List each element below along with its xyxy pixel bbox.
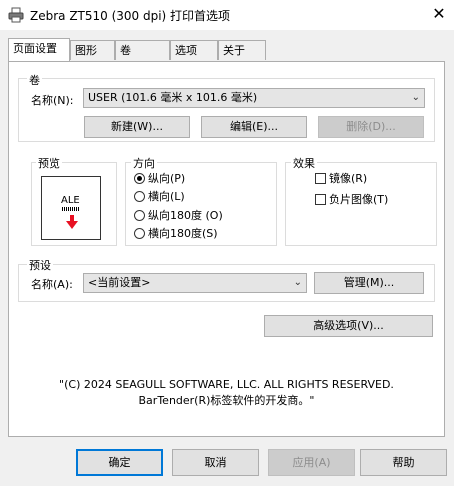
radio-unchecked-icon [134, 190, 145, 202]
mirror-label: 镜像(R) [329, 172, 368, 185]
radio-portrait[interactable]: 纵向(P) [134, 170, 185, 186]
effects-group-label: 效果 [291, 155, 317, 171]
preview-text: ALE [61, 195, 80, 206]
printer-icon [8, 7, 24, 23]
radio-checked-icon [134, 172, 145, 184]
radio-unchecked-icon [134, 227, 145, 239]
arrow-down-icon [66, 215, 78, 229]
copyright-line-1: "(C) 2024 SEAGULL SOFTWARE, LLC. ALL RIG… [59, 378, 394, 391]
radio-landscape-label: 横向(L) [148, 190, 185, 203]
tab-page-setup[interactable]: 页面设置 [8, 38, 70, 61]
cancel-button[interactable]: 取消 [172, 449, 259, 476]
edit-button[interactable]: 编辑(E)... [201, 116, 307, 138]
preview-image: ALE [41, 176, 101, 240]
preset-name-label: 名称(A): [31, 278, 73, 291]
radio-portrait-180[interactable]: 纵向180度 (O) [134, 207, 223, 223]
apply-button[interactable]: 应用(A) [268, 449, 355, 476]
tab-graphics[interactable]: 图形 [70, 40, 115, 60]
radio-unchecked-icon [134, 209, 145, 221]
orientation-group-label: 方向 [131, 155, 157, 171]
manage-button[interactable]: 管理(M)... [314, 272, 424, 294]
roll-name-label: 名称(N): [31, 94, 74, 107]
roll-name-value: USER (101.6 毫米 x 101.6 毫米) [88, 91, 258, 104]
preview-group-label: 预览 [36, 155, 62, 171]
window-title: Zebra ZT510 (300 dpi) 打印首选项 [30, 9, 231, 23]
radio-portrait-label: 纵向(P) [148, 172, 186, 185]
chevron-down-icon: ⌄ [293, 277, 302, 288]
radio-landscape-180-label: 横向180度(S) [148, 227, 218, 240]
preset-group-label: 预设 [27, 257, 53, 273]
tab-options[interactable]: 选项 [170, 40, 218, 60]
copyright-line-2: BarTender(R)标签软件的开发商。" [138, 394, 315, 407]
roll-name-select[interactable]: USER (101.6 毫米 x 101.6 毫米) ⌄ [83, 88, 425, 108]
close-icon[interactable]: ✕ [426, 4, 452, 26]
checkbox-unchecked-icon [315, 172, 326, 184]
tab-panel: 卷 名称(N): USER (101.6 毫米 x 101.6 毫米) ⌄ 新建… [8, 61, 445, 437]
ok-button[interactable]: 确定 [76, 449, 163, 476]
delete-button[interactable]: 删除(D)... [318, 116, 424, 138]
roll-group-label: 卷 [27, 72, 42, 88]
tab-roll[interactable]: 卷 [115, 40, 170, 60]
advanced-options-button[interactable]: 高级选项(V)... [264, 315, 433, 337]
negative-image-label: 负片图像(T) [329, 193, 389, 206]
radio-portrait-180-label: 纵向180度 (O) [148, 209, 223, 222]
help-button[interactable]: 帮助 [360, 449, 447, 476]
mirror-checkbox[interactable]: 镜像(R) [315, 170, 367, 186]
preset-name-value: <当前设置> [88, 276, 151, 289]
preset-name-select[interactable]: <当前设置> ⌄ [83, 273, 307, 293]
new-button[interactable]: 新建(W)... [84, 116, 190, 138]
chevron-down-icon: ⌄ [411, 92, 420, 103]
checkbox-unchecked-icon [315, 193, 326, 205]
negative-image-checkbox[interactable]: 负片图像(T) [315, 191, 388, 207]
tab-about[interactable]: 关于 [218, 40, 266, 60]
radio-landscape[interactable]: 横向(L) [134, 188, 185, 204]
barcode-icon [62, 207, 80, 211]
radio-landscape-180[interactable]: 横向180度(S) [134, 225, 218, 241]
